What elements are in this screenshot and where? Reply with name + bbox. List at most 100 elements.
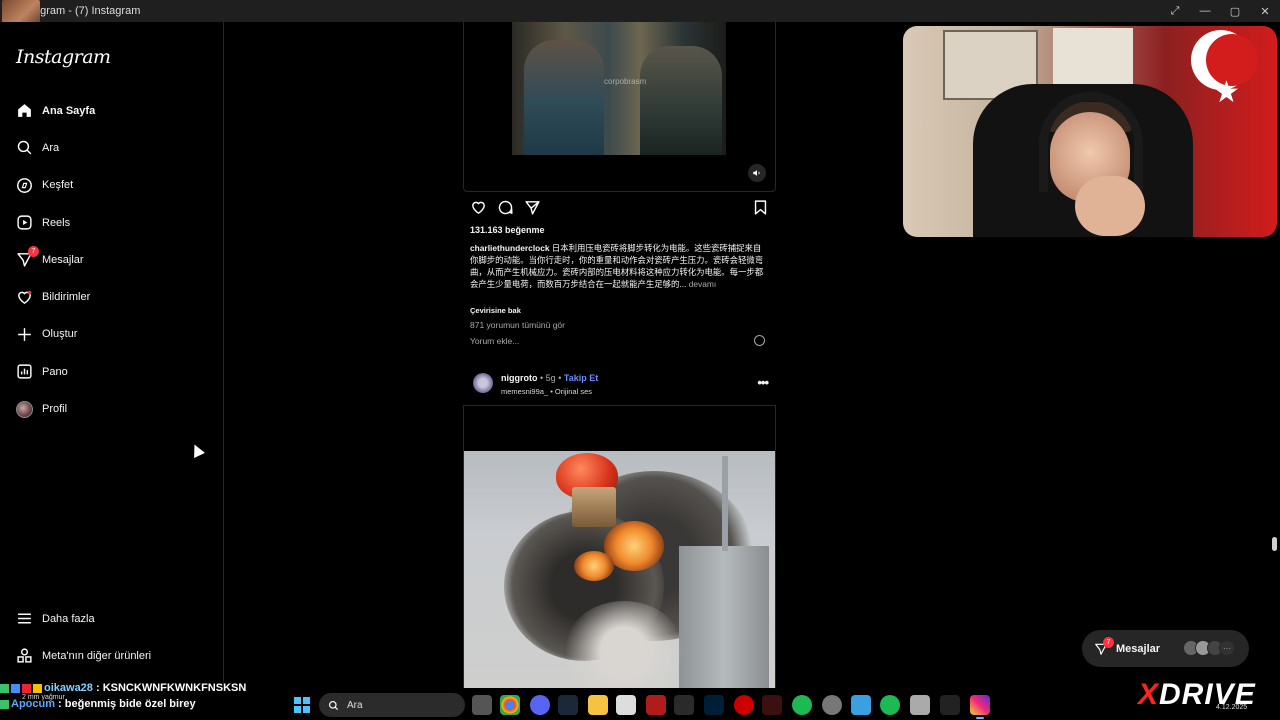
- calculator-icon[interactable]: [910, 695, 930, 715]
- app-icon[interactable]: [734, 695, 754, 715]
- sidebar-item-dashboard[interactable]: Pano: [0, 353, 223, 390]
- comment-input[interactable]: Yorum ekle...: [470, 336, 519, 346]
- close-button[interactable]: ✕: [1250, 0, 1280, 22]
- notification-badge: 7: [28, 245, 39, 257]
- webcam-overlay: ★: [903, 26, 1277, 237]
- messenger-icon: 7: [15, 245, 39, 269]
- chat-badge-icon: [22, 683, 31, 693]
- more-avatars: ···: [1219, 640, 1235, 656]
- sidebar-nav: Ana Sayfa Ara Keşfet Reels 7 Mesajlar Bi…: [0, 92, 223, 428]
- like-button[interactable]: [470, 199, 488, 217]
- epic-games-icon[interactable]: [674, 695, 694, 715]
- post2-time: 5g: [545, 373, 556, 383]
- sidebar-item-label: Pano: [42, 365, 68, 378]
- sidebar-item-label: Reels: [42, 216, 71, 229]
- sidebar-item-label: Oluştur: [42, 328, 78, 341]
- minimize-button[interactable]: —: [1190, 0, 1220, 22]
- audio-label: Orijinal ses: [554, 387, 592, 396]
- instagram-logo[interactable]: Instagram: [16, 46, 111, 68]
- speaker-icon: [753, 170, 760, 176]
- caption-more-link[interactable]: devamı: [689, 279, 716, 289]
- sidebar-bottom: Daha fazla Meta'nın diğer ürünleri: [0, 600, 223, 675]
- maximize-button[interactable]: ▢: [1220, 0, 1250, 22]
- save-button[interactable]: [752, 199, 770, 217]
- video-figure-left: [524, 40, 604, 155]
- messages-drawer-button[interactable]: 7 Mesajlar ···: [1082, 630, 1249, 667]
- window-title: agram - (7) Instagram: [34, 5, 141, 17]
- sidebar-item-messages[interactable]: 7 Mesajlar: [0, 241, 223, 278]
- post2-media[interactable]: [463, 405, 776, 688]
- basket-shape: [572, 487, 616, 527]
- post1-video[interactable]: corpobrasm: [512, 22, 726, 155]
- taskbar-search[interactable]: Ara: [319, 693, 465, 717]
- sidebar-item-home[interactable]: Ana Sayfa: [0, 92, 223, 129]
- heart-icon: [472, 201, 485, 215]
- message-avatars: ···: [1183, 640, 1235, 656]
- app-icon[interactable]: [616, 695, 636, 715]
- sidebar-item-label: Profil: [42, 403, 68, 416]
- sidebar-item-label: Daha fazla: [42, 612, 95, 625]
- sidebar-item-notifications[interactable]: Bildirimler: [0, 278, 223, 315]
- search-icon: [329, 700, 339, 710]
- video-figure-right: [640, 46, 722, 155]
- translate-link[interactable]: Çevirisine bak: [470, 306, 521, 315]
- sidebar-item-create[interactable]: Oluştur: [0, 316, 223, 353]
- notification-badge: 7: [1103, 636, 1114, 648]
- messenger-icon: 7: [1094, 636, 1114, 656]
- scrollbar-thumb[interactable]: [1272, 537, 1277, 551]
- sidebar-item-explore[interactable]: Keşfet: [0, 167, 223, 204]
- sidebar-item-label: Keşfet: [42, 179, 74, 192]
- comment-button[interactable]: [497, 199, 515, 217]
- chat-badge-icon: [0, 683, 9, 693]
- post1-media[interactable]: corpobrasm: [463, 22, 776, 192]
- avatar: [15, 400, 33, 418]
- caption-username[interactable]: charliethunderclock: [470, 243, 550, 253]
- task-view-icon[interactable]: [472, 695, 492, 715]
- app-icon[interactable]: [822, 695, 842, 715]
- restore-icon[interactable]: ⤢: [1160, 0, 1190, 22]
- window-titlebar: agram - (7) Instagram ⤢ — ▢ ✕: [0, 0, 1280, 22]
- more-options-button[interactable]: •••: [757, 375, 769, 390]
- post2-audio[interactable]: memesni99a_ • Orijinal ses: [501, 387, 592, 396]
- sidebar-item-meta[interactable]: Meta'nın diğer ürünleri: [0, 637, 223, 674]
- instagram-app-icon[interactable]: [970, 695, 990, 719]
- sidebar-item-search[interactable]: Ara: [0, 129, 223, 166]
- windows-start-icon[interactable]: [294, 697, 310, 713]
- send-icon: [525, 201, 540, 215]
- photoshop-icon[interactable]: [704, 695, 724, 715]
- spotify-icon[interactable]: [792, 695, 812, 715]
- steam-icon[interactable]: [558, 695, 578, 715]
- search-icon: [15, 139, 33, 157]
- sidebar-item-reels[interactable]: Reels: [0, 204, 223, 241]
- chat-message: KSNCKWNFKWNKFNSKSN: [102, 682, 247, 694]
- folder-icon[interactable]: [588, 695, 608, 715]
- sidebar-item-more[interactable]: Daha fazla: [0, 600, 223, 637]
- taskbar: Ara: [286, 690, 1280, 720]
- post1-caption: charliethunderclock 日本利用压电瓷砖将脚步转化为电能。这些瓷…: [470, 242, 766, 290]
- discord-icon[interactable]: [530, 695, 550, 715]
- mute-button[interactable]: [748, 164, 766, 182]
- follow-button[interactable]: Takip Et: [564, 373, 598, 383]
- share-button[interactable]: [524, 199, 542, 217]
- post2-username[interactable]: niggroto: [501, 373, 538, 383]
- weather-widget[interactable]: 2 mm yağmur: [22, 694, 65, 701]
- app-icon[interactable]: [762, 695, 782, 715]
- sidebar-item-profile[interactable]: Profil: [0, 390, 223, 427]
- heart-icon: [15, 288, 33, 306]
- sidebar-item-label: Meta'nın diğer ürünleri: [42, 649, 152, 662]
- profile-picture: [15, 400, 33, 418]
- view-comments-link[interactable]: 871 yorumun tümünü gör: [470, 320, 565, 330]
- home-icon: [15, 102, 33, 120]
- avatar[interactable]: [473, 373, 493, 393]
- spotify-icon[interactable]: [880, 695, 900, 715]
- likes-count[interactable]: 131.163 beğenme: [470, 225, 545, 235]
- app-icon[interactable]: [851, 695, 871, 715]
- emoji-icon[interactable]: [754, 335, 765, 346]
- video-watermark: corpobrasm: [604, 77, 647, 86]
- logitech-icon[interactable]: [940, 695, 960, 715]
- sidebar-item-label: Mesajlar: [42, 253, 84, 266]
- audio-user: memesni99a_: [501, 387, 549, 396]
- meta-apps-icon: [15, 647, 33, 665]
- chrome-icon[interactable]: [500, 695, 520, 715]
- app-icon[interactable]: [646, 695, 666, 715]
